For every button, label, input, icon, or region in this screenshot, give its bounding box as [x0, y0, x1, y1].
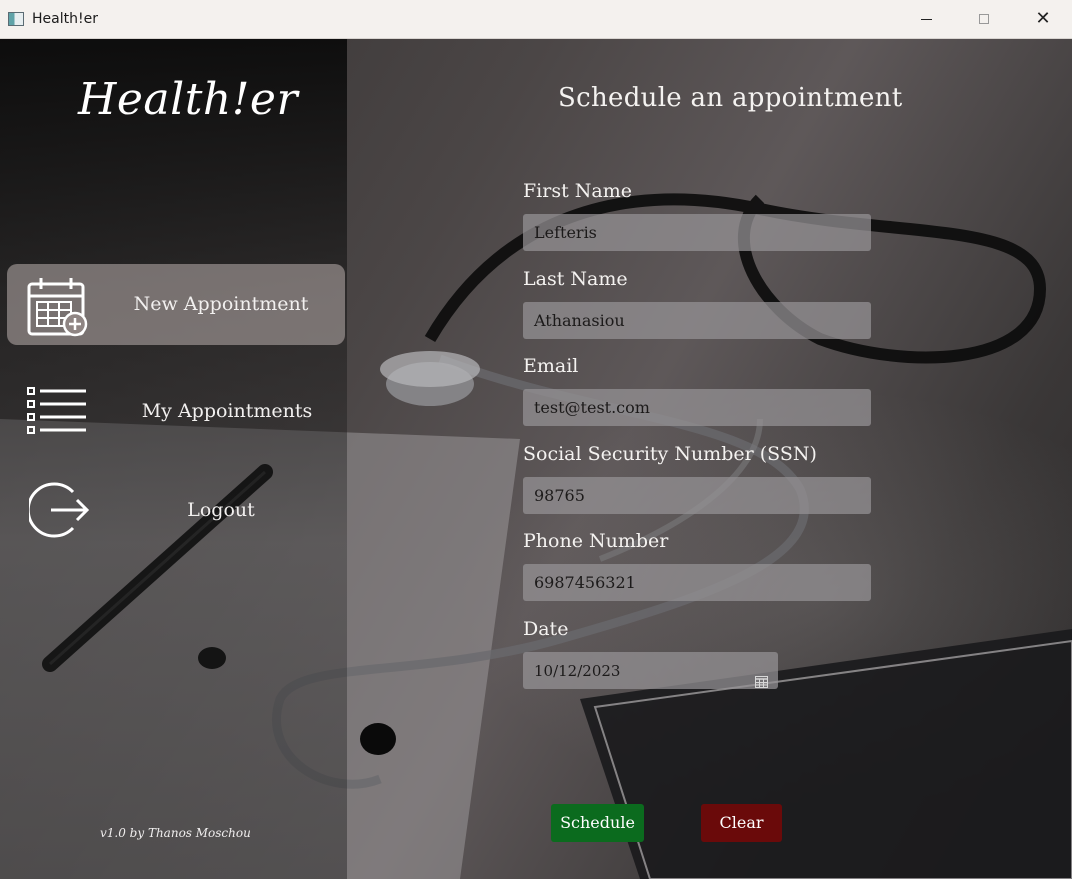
sidebar-item-label: Logout: [187, 499, 255, 521]
sidebar-panel: [0, 39, 347, 879]
email-input[interactable]: test@test.com: [523, 389, 871, 426]
minimize-icon: [920, 18, 932, 20]
sidebar-item-label: New Appointment: [133, 293, 309, 315]
close-button[interactable]: ✕: [1014, 0, 1072, 38]
schedule-button[interactable]: Schedule: [551, 804, 644, 842]
sidebar-item-new-appointment[interactable]: New Appointment: [7, 264, 345, 345]
last-name-input[interactable]: Athanasiou: [523, 302, 871, 339]
maximize-button[interactable]: [955, 0, 1013, 38]
window-title: Health!er: [32, 11, 98, 27]
app-window: Health!er ✕ Health!er New Appointment My…: [0, 0, 1072, 879]
ssn-input[interactable]: 98765: [523, 477, 871, 514]
first-name-label: First Name: [523, 180, 632, 202]
list-icon: [25, 385, 89, 439]
app-logo: Health!er: [78, 74, 298, 125]
title-bar: Health!er ✕: [0, 0, 1072, 39]
phone-label: Phone Number: [523, 530, 669, 552]
email-label: Email: [523, 355, 579, 377]
sidebar-item-label: My Appointments: [141, 400, 313, 422]
phone-input[interactable]: 6987456321: [523, 564, 871, 601]
calendar-icon[interactable]: [755, 664, 768, 701]
first-name-input[interactable]: Lefteris: [523, 214, 871, 251]
last-name-label: Last Name: [523, 268, 628, 290]
page-title: Schedule an appointment: [558, 83, 903, 113]
date-picker[interactable]: 10/12/2023: [523, 652, 778, 689]
app-icon: [8, 12, 24, 26]
sidebar-item-logout[interactable]: Logout: [7, 470, 345, 551]
logout-icon: [26, 478, 93, 546]
clear-button[interactable]: Clear: [701, 804, 782, 842]
calendar-add-icon: [25, 276, 91, 342]
close-icon: ✕: [1035, 8, 1051, 29]
date-label: Date: [523, 618, 569, 640]
version-footer: v1.0 by Thanos Moschou: [100, 826, 251, 840]
sidebar-item-my-appointments[interactable]: My Appointments: [7, 371, 345, 452]
minimize-button[interactable]: [897, 0, 955, 38]
maximize-icon: [979, 14, 989, 24]
date-value: 10/12/2023: [534, 662, 621, 680]
ssn-label: Social Security Number (SSN): [523, 443, 817, 465]
